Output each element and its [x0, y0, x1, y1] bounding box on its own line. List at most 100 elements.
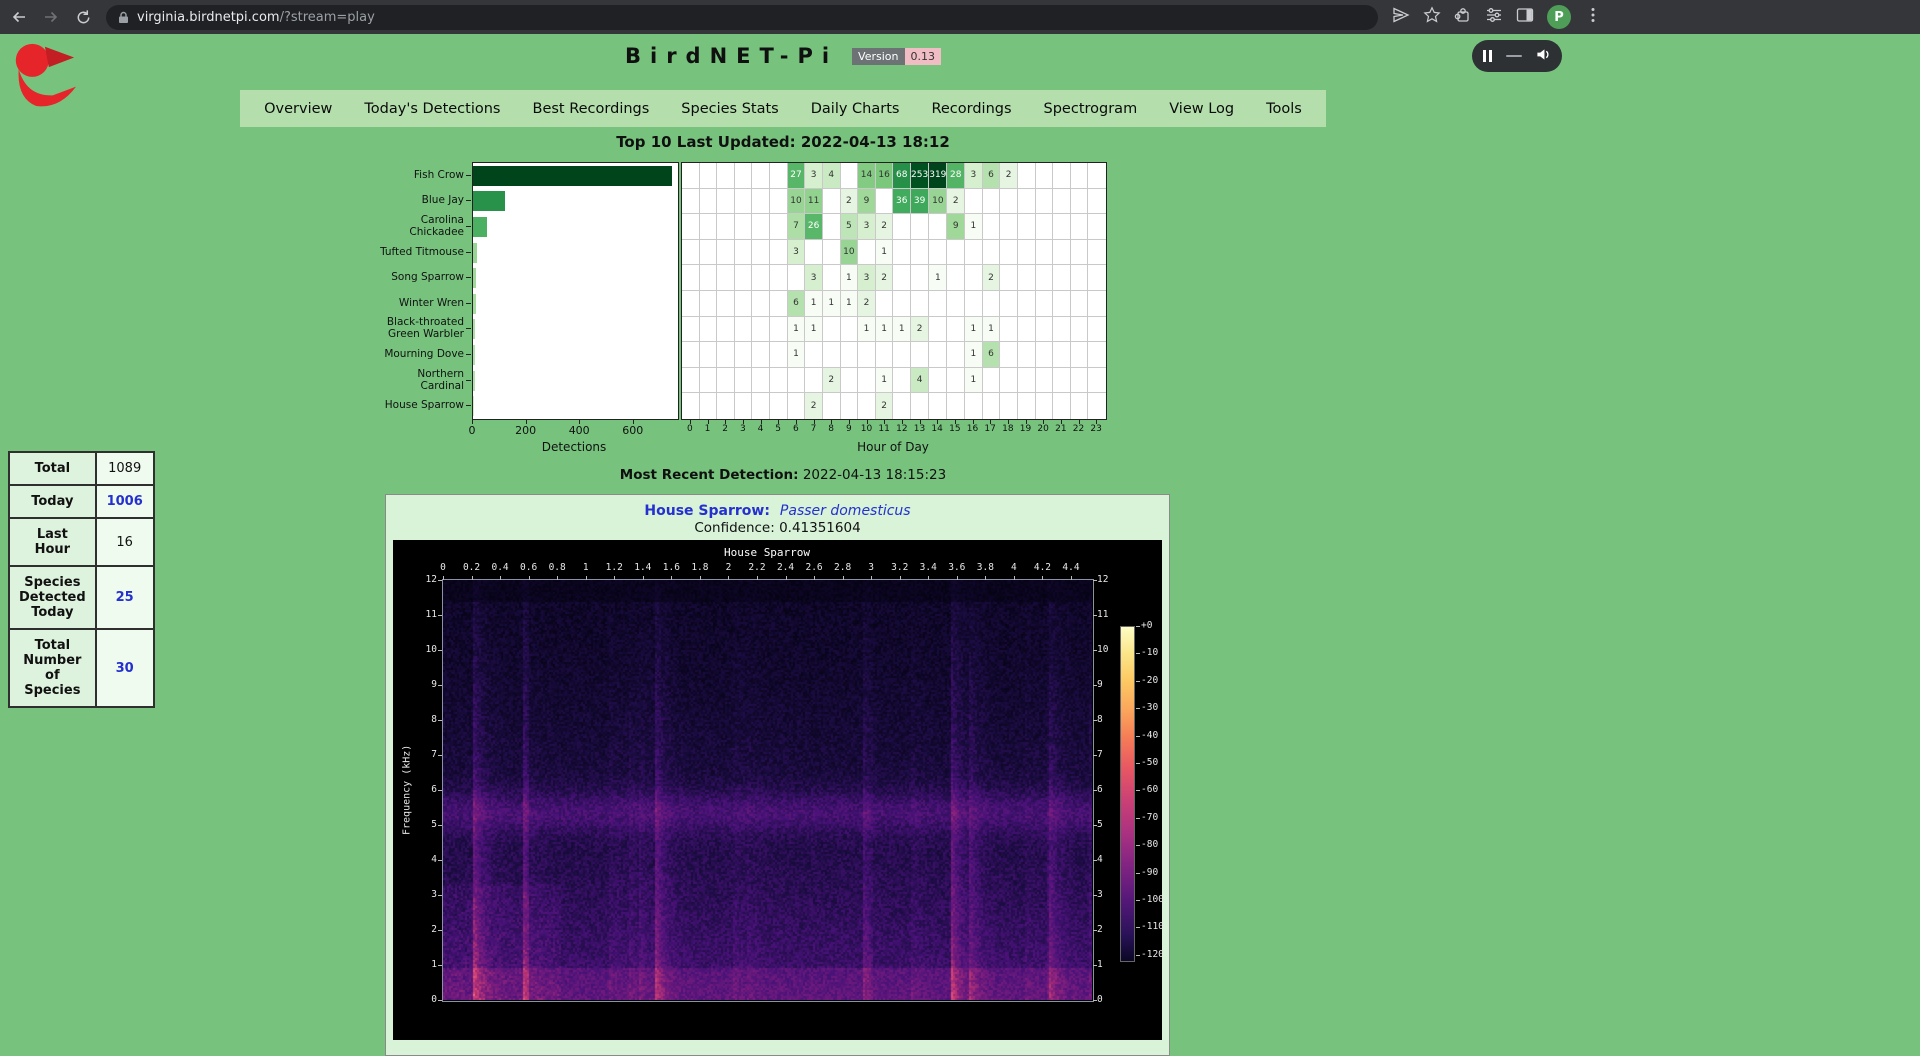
heatmap-cell — [1071, 265, 1089, 291]
detection-species-link[interactable]: House Sparrow: — [644, 503, 770, 519]
species-tick — [466, 328, 471, 329]
heatmap-cell: 14 — [858, 163, 876, 189]
nav-item-recordings[interactable]: Recordings — [915, 101, 1027, 117]
heatmap-x-tick-label: 5 — [775, 424, 781, 434]
heatmap-cell — [983, 240, 1001, 266]
spectrogram-freq-tick-right — [1093, 825, 1097, 826]
species-tick — [466, 277, 471, 278]
colorbar-label: -30 — [1141, 702, 1158, 713]
spectrogram-time-label: 0.2 — [463, 562, 480, 573]
heatmap-cell — [1000, 317, 1018, 343]
colorbar-label: -60 — [1141, 784, 1158, 795]
heatmap-cell: 3 — [805, 265, 823, 291]
back-button[interactable] — [6, 4, 32, 30]
heatmap-cell — [929, 291, 947, 317]
detections-bar — [473, 268, 476, 288]
species-tick — [466, 303, 471, 304]
stats-row: Total Number of Species30 — [9, 629, 154, 707]
send-icon[interactable] — [1392, 6, 1410, 28]
heatmap-cell: 1 — [841, 291, 859, 317]
spectrogram-time-tick — [500, 576, 501, 580]
heatmap-x-tick-label: 15 — [949, 424, 960, 434]
spectrogram-freq-label-right: 11 — [1097, 609, 1108, 620]
heatmap-cell — [929, 240, 947, 266]
heatmap-cell: 9 — [947, 214, 965, 240]
audio-player[interactable] — [1472, 40, 1562, 72]
spectrogram-time-label: 1.4 — [634, 562, 651, 573]
reload-button[interactable] — [70, 4, 96, 30]
nav-item-tools[interactable]: Tools — [1250, 101, 1318, 117]
nav-item-spectrogram[interactable]: Spectrogram — [1028, 101, 1154, 117]
spectrogram-freq-tick — [438, 965, 442, 966]
nav-item-best-recordings[interactable]: Best Recordings — [517, 101, 666, 117]
heatmap-cell — [1036, 163, 1054, 189]
heatmap-cell: 1 — [788, 342, 806, 368]
spectrogram-time-tick — [985, 576, 986, 580]
stats-value[interactable]: 30 — [96, 629, 154, 707]
stats-value[interactable]: 25 — [96, 566, 154, 629]
heatmap-cell — [1088, 368, 1106, 394]
nav-item-overview[interactable]: Overview — [248, 101, 348, 117]
spectrogram-freq-tick-right — [1093, 1000, 1097, 1001]
heatmap-cell — [1018, 291, 1036, 317]
spectrogram-freq-label-right: 1 — [1097, 959, 1103, 970]
heatmap-x-tick-label: 9 — [846, 424, 852, 434]
heatmap-cell — [929, 393, 947, 419]
heatmap-cell — [1088, 163, 1106, 189]
address-bar[interactable]: virginia.birdnetpi.com/?stream=play — [106, 5, 1378, 30]
heatmap-cell — [1088, 317, 1106, 343]
heatmap-cell — [1036, 265, 1054, 291]
audio-progress[interactable] — [1506, 55, 1522, 57]
heatmap-cell — [752, 240, 770, 266]
heatmap-cell — [1018, 342, 1036, 368]
spectrogram-freq-label-right: 4 — [1097, 854, 1103, 865]
heatmap-x-tick-label: 17 — [984, 424, 995, 434]
spectrogram-time-label: 3.2 — [891, 562, 908, 573]
extensions-icon[interactable] — [1454, 6, 1472, 28]
pause-button[interactable] — [1483, 50, 1492, 62]
heatmap-cell — [717, 240, 735, 266]
nav-item-today-s-detections[interactable]: Today's Detections — [348, 101, 516, 117]
profile-avatar[interactable]: P — [1547, 5, 1571, 29]
heatmap-cell — [682, 240, 700, 266]
species-label: Black-throated Green Warbler — [372, 316, 464, 342]
colorbar-label: -70 — [1141, 812, 1158, 823]
volume-icon[interactable] — [1536, 47, 1551, 66]
spectrogram-freq-tick — [438, 860, 442, 861]
tune-icon[interactable] — [1485, 6, 1503, 28]
spectrogram-freq-tick-right — [1093, 650, 1097, 651]
heatmap-cell — [788, 368, 806, 394]
heatmap-cell — [1053, 317, 1071, 343]
stats-table: Total1089Today1006Last Hour16Species Det… — [8, 451, 155, 708]
detection-scientific-link[interactable]: Passer domesticus — [780, 503, 911, 519]
species-label: House Sparrow — [372, 392, 464, 418]
stats-value[interactable]: 1006 — [96, 485, 154, 518]
colorbar-tick — [1136, 763, 1140, 764]
nav-item-species-stats[interactable]: Species Stats — [665, 101, 794, 117]
stats-label: Total Number of Species — [9, 629, 96, 707]
heatmap-cell — [682, 214, 700, 240]
heatmap-cell — [893, 265, 911, 291]
spectrogram-time-label: 1.2 — [606, 562, 623, 573]
heatmap-x-tick-label: 10 — [861, 424, 872, 434]
heatmap-cell — [841, 368, 859, 394]
heatmap-cell: 1 — [965, 342, 983, 368]
heatmap-cell — [1018, 368, 1036, 394]
forward-button[interactable] — [38, 4, 64, 30]
detections-bar — [473, 243, 477, 263]
species-label: Winter Wren — [372, 290, 464, 316]
detections-bar — [473, 217, 487, 237]
heatmap-cell — [1000, 214, 1018, 240]
side-panel-icon[interactable] — [1516, 6, 1534, 28]
heatmap-cell — [823, 214, 841, 240]
nav-item-daily-charts[interactable]: Daily Charts — [795, 101, 916, 117]
heatmap-cell — [1071, 393, 1089, 419]
heatmap-cell — [788, 393, 806, 419]
browser-menu-icon[interactable] — [1584, 6, 1602, 28]
spectrogram-freq-label-right: 10 — [1097, 644, 1108, 655]
nav-item-view-log[interactable]: View Log — [1153, 101, 1250, 117]
heatmap-cell: 1 — [876, 240, 894, 266]
detections-bar-plot — [472, 162, 679, 420]
heatmap-cell — [735, 317, 753, 343]
bookmark-star-icon[interactable] — [1423, 6, 1441, 28]
